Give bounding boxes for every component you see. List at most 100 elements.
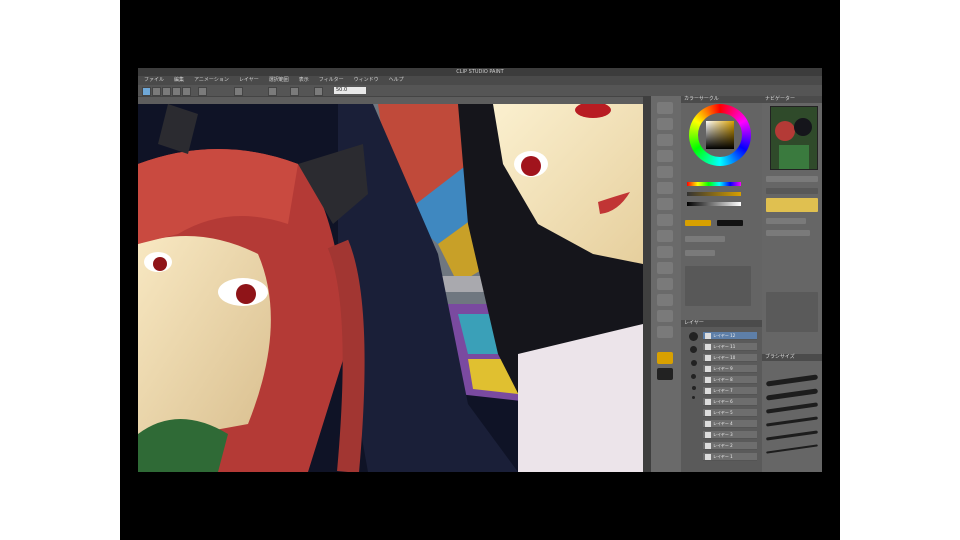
transform-button[interactable] (234, 87, 243, 96)
right-eye-iris (521, 156, 541, 176)
lasso-tool-icon[interactable] (657, 150, 673, 162)
brush-size-dot-4[interactable] (691, 374, 696, 379)
fill-tool-icon[interactable] (657, 278, 673, 290)
layer-panel-title: レイヤー (681, 320, 762, 327)
layer-thumbnail (705, 344, 711, 350)
deselect-button[interactable] (268, 87, 277, 96)
menu-file[interactable]: ファイル (144, 76, 164, 85)
sub-color-swatch[interactable] (657, 368, 673, 380)
navigator-zoom-slider[interactable] (766, 176, 818, 182)
brush-size-grid[interactable] (766, 292, 818, 332)
zoom-tool-icon[interactable] (657, 102, 673, 114)
layer-thumbnail (705, 333, 711, 339)
menu-edit[interactable]: 編集 (174, 76, 184, 85)
tool-palette (651, 96, 682, 472)
brush-preset[interactable] (766, 430, 818, 441)
menu-help[interactable]: ヘルプ (389, 76, 404, 85)
saturation-square[interactable] (706, 121, 734, 149)
layer-row[interactable]: レイヤー 4 (703, 420, 757, 428)
layer-row[interactable]: レイヤー 6 (703, 398, 757, 406)
navigator-preview[interactable] (770, 106, 818, 170)
color-wheel[interactable] (689, 104, 751, 166)
layer-name: レイヤー 5 (713, 410, 733, 415)
brush-option-row[interactable] (766, 230, 810, 236)
save-button[interactable] (162, 87, 171, 96)
select-tool-icon[interactable] (657, 134, 673, 146)
pen-tool-icon[interactable] (657, 182, 673, 194)
pencil-tool-icon[interactable] (657, 198, 673, 210)
main-color-swatch[interactable] (657, 352, 673, 364)
menu-view[interactable]: 表示 (299, 76, 309, 85)
color-panel-title: カラーサークル (681, 96, 762, 103)
brush-preset[interactable] (765, 402, 819, 414)
snap-button[interactable] (290, 87, 299, 96)
layer-row[interactable]: レイヤー 3 (703, 431, 757, 439)
brush-tool-icon[interactable] (657, 214, 673, 226)
redo-button[interactable] (182, 87, 191, 96)
ruler-button[interactable] (314, 87, 323, 96)
figure-tool-icon[interactable] (657, 310, 673, 322)
layer-name: レイヤー 8 (713, 377, 733, 382)
saturation-slider[interactable] (687, 192, 741, 196)
text-tool-icon[interactable] (657, 326, 673, 338)
layer-row[interactable]: レイヤー 5 (703, 409, 757, 417)
gradient-tool-icon[interactable] (657, 294, 673, 306)
open-button[interactable] (152, 87, 161, 96)
new-file-button[interactable] (142, 87, 151, 96)
layer-thumbnail (705, 443, 711, 449)
hue-slider[interactable] (687, 182, 741, 186)
layer-name: レイヤー 10 (713, 355, 736, 360)
brush-panel-title: ブラシサイズ (762, 354, 822, 361)
color-option-row-2[interactable] (685, 250, 715, 256)
undo-button[interactable] (172, 87, 181, 96)
brush-size-dot-5[interactable] (692, 386, 696, 390)
layer-row[interactable]: レイヤー 1 (703, 453, 757, 461)
brush-size-dot[interactable] (689, 332, 698, 341)
airbrush-tool-icon[interactable] (657, 230, 673, 242)
brush-size-dot-3[interactable] (691, 360, 697, 366)
brush-size-dot-6[interactable] (692, 396, 695, 399)
brush-size-dot-2[interactable] (690, 346, 697, 353)
color-history-area[interactable] (685, 266, 751, 306)
previous-color-chip[interactable] (717, 220, 743, 226)
menu-filter[interactable]: フィルター (319, 76, 344, 85)
move-tool-icon[interactable] (657, 118, 673, 130)
window-title: CLIP STUDIO PAINT (138, 68, 822, 76)
left-eye-2-iris (153, 257, 167, 271)
navigator-thumbnail (771, 107, 817, 169)
blend-tool-icon[interactable] (657, 262, 673, 274)
menu-animation[interactable]: アニメーション (194, 76, 229, 85)
eraser-tool-icon[interactable] (657, 246, 673, 258)
layer-thumbnail (705, 366, 711, 372)
layer-row[interactable]: レイヤー 9 (703, 365, 757, 373)
layer-name: レイヤー 3 (713, 432, 733, 437)
layer-thumbnail (705, 388, 711, 394)
brush-preset[interactable] (766, 416, 818, 427)
layer-row[interactable]: レイヤー 11 (703, 343, 757, 351)
drawing-canvas[interactable] (138, 104, 643, 472)
menu-selection[interactable]: 選択範囲 (269, 76, 289, 85)
menu-window[interactable]: ウィンドウ (354, 76, 379, 85)
layer-row[interactable]: レイヤー 12 (703, 332, 757, 340)
zoom-field[interactable]: 50.0 (334, 87, 366, 94)
brush-preset[interactable] (765, 388, 819, 401)
clear-button[interactable] (198, 87, 207, 96)
layer-row[interactable]: レイヤー 8 (703, 376, 757, 384)
navigator-panel: ナビゲーター ブラシサイズ (762, 96, 822, 472)
layer-row[interactable]: レイヤー 2 (703, 442, 757, 450)
brush-preset[interactable] (765, 374, 819, 387)
layer-thumbnail (705, 454, 711, 460)
color-wheel-center (698, 113, 742, 157)
eyedropper-tool-icon[interactable] (657, 166, 673, 178)
layer-row[interactable]: レイヤー 7 (703, 387, 757, 395)
menu-layer[interactable]: レイヤー (239, 76, 259, 85)
value-slider[interactable] (687, 202, 741, 206)
layer-row[interactable]: レイヤー 10 (703, 354, 757, 362)
color-option-row[interactable] (685, 236, 725, 242)
brush-preset[interactable] (766, 444, 818, 454)
layer-name: レイヤー 7 (713, 388, 733, 393)
brush-option-row[interactable] (766, 218, 806, 224)
current-color-chip[interactable] (685, 220, 711, 226)
layer-name: レイヤー 2 (713, 443, 733, 448)
layer-thumbnail (705, 410, 711, 416)
